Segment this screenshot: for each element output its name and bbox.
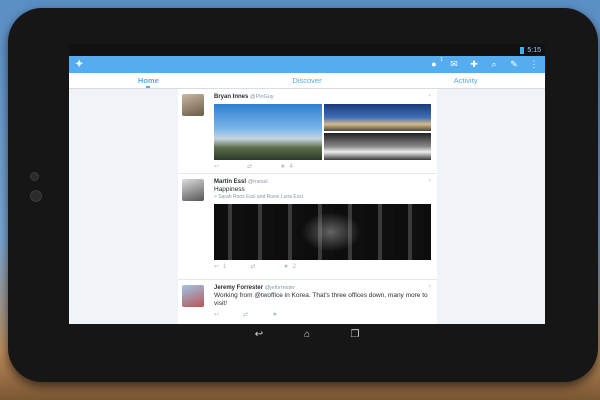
avatar[interactable] bbox=[182, 179, 204, 201]
tab-activity[interactable]: Activity bbox=[386, 73, 545, 88]
reply-button[interactable]: ↩ 1 bbox=[214, 263, 227, 271]
tweet-item[interactable]: Jeremy Forrester @jeforrester ▾ Working … bbox=[178, 280, 437, 324]
reply-icon: ↩ bbox=[214, 312, 220, 318]
tweet-photo[interactable] bbox=[214, 204, 431, 260]
tweet-photo[interactable] bbox=[323, 104, 431, 131]
favorite-button[interactable]: ★ 4 bbox=[280, 163, 293, 171]
retweet-button[interactable]: ⇄ bbox=[247, 163, 256, 170]
overflow-menu-icon[interactable]: ⋮ bbox=[529, 60, 539, 69]
tweet-menu-icon[interactable]: ▾ bbox=[428, 178, 431, 184]
retweet-icon: ⇄ bbox=[250, 264, 256, 270]
tweet-menu-icon[interactable]: ▾ bbox=[428, 93, 431, 99]
recent-apps-icon[interactable]: ❐ bbox=[348, 329, 362, 340]
reply-count: 1 bbox=[223, 263, 227, 270]
tweet-menu-icon[interactable]: ▾ bbox=[428, 284, 431, 290]
home-icon[interactable]: ⌂ bbox=[300, 329, 314, 340]
tweet-author-handle: @PinGuy bbox=[250, 94, 274, 100]
tablet-screen: 5:15 ✦ ● 1 ✉ ✚ ⌕ ✎ ⋮ Home Discover Activi… bbox=[69, 44, 545, 324]
avatar[interactable] bbox=[182, 285, 204, 307]
star-icon: ★ bbox=[283, 264, 289, 270]
tweet-author-handle: @jeforrester bbox=[264, 285, 296, 291]
android-nav-bar: ↩ ⌂ ❐ bbox=[69, 324, 545, 344]
tweet-author-name[interactable]: Bryan Innes bbox=[214, 94, 248, 100]
front-camera bbox=[30, 190, 42, 202]
tweet-photo-column bbox=[323, 104, 431, 160]
status-time: 5:15 bbox=[527, 46, 541, 54]
app-action-bar: ✦ ● 1 ✉ ✚ ⌕ ✎ ⋮ bbox=[69, 56, 545, 73]
tweet-actions: ↩ 1 ⇄ ★ 2 bbox=[214, 263, 431, 271]
search-icon[interactable]: ⌕ bbox=[489, 60, 499, 69]
messages-icon[interactable]: ✉ bbox=[449, 60, 459, 69]
retweet-icon: ⇄ bbox=[243, 312, 249, 318]
status-bar: 5:15 bbox=[69, 44, 545, 56]
twitter-bird-icon[interactable]: ✦ bbox=[75, 59, 83, 70]
tab-discover[interactable]: Discover bbox=[228, 73, 387, 88]
tweet-tagged-people[interactable]: > Sarah Roos Essl and Rosie Luna Essl bbox=[214, 194, 431, 201]
avatar[interactable] bbox=[182, 94, 204, 116]
action-bar-buttons: ● 1 ✉ ✚ ⌕ ✎ ⋮ bbox=[429, 57, 539, 69]
retweet-icon: ⇄ bbox=[247, 164, 253, 170]
home-timeline[interactable]: Bryan Innes @PinGuy ▾ ↩ ⇄ ★ 4 Martin Essl bbox=[178, 89, 437, 324]
star-icon: ★ bbox=[280, 164, 286, 170]
tweet-media-grid[interactable] bbox=[214, 104, 431, 160]
tab-strip: Home Discover Activity bbox=[69, 73, 545, 89]
favorite-button[interactable]: ★ 2 bbox=[283, 263, 297, 271]
favorite-count: 4 bbox=[289, 163, 293, 170]
tweet-item[interactable]: Bryan Innes @PinGuy ▾ ↩ ⇄ ★ 4 bbox=[178, 89, 437, 174]
retweet-button[interactable]: ⇄ bbox=[243, 311, 248, 318]
favorite-button[interactable]: ★ bbox=[272, 311, 277, 318]
notifications-badge: 1 bbox=[440, 57, 443, 63]
sensor-dot bbox=[30, 172, 39, 181]
back-icon[interactable]: ↩ bbox=[252, 329, 266, 340]
tweet-text: Working from @twoffice in Korea. That's … bbox=[214, 292, 428, 307]
battery-icon bbox=[520, 46, 525, 54]
tweet-author-name[interactable]: Jeremy Forrester bbox=[214, 285, 263, 291]
tweet-text: Happiness bbox=[214, 186, 245, 193]
reply-icon: ↩ bbox=[214, 264, 220, 270]
notifications-icon[interactable]: ● 1 bbox=[429, 57, 443, 69]
retweet-button[interactable]: ⇄ bbox=[250, 263, 259, 270]
tweet-photo[interactable] bbox=[214, 104, 322, 160]
star-icon: ★ bbox=[272, 312, 278, 318]
tab-home[interactable]: Home bbox=[69, 73, 228, 88]
tweet-photo[interactable] bbox=[323, 133, 431, 160]
compose-icon[interactable]: ✎ bbox=[509, 60, 519, 69]
favorite-count: 2 bbox=[292, 263, 297, 270]
tweet-header: Bryan Innes @PinGuy bbox=[214, 93, 431, 101]
reply-button[interactable]: ↩ bbox=[214, 311, 219, 318]
tweet-item[interactable]: Martin Essl @messl ▾ Happiness > Sarah R… bbox=[178, 174, 437, 280]
tweet-header: Jeremy Forrester @jeforrester bbox=[214, 284, 431, 292]
tweet-actions: ↩ ⇄ ★ 4 bbox=[214, 163, 431, 171]
reply-icon: ↩ bbox=[214, 164, 220, 170]
tweet-author-name[interactable]: Martin Essl bbox=[214, 179, 246, 185]
add-user-icon[interactable]: ✚ bbox=[469, 60, 479, 69]
tweet-header: Martin Essl @messl bbox=[214, 178, 431, 186]
tweet-actions: ↩ ⇄ ★ bbox=[214, 311, 431, 318]
reply-button[interactable]: ↩ bbox=[214, 163, 223, 170]
tweet-author-handle: @messl bbox=[247, 179, 268, 185]
